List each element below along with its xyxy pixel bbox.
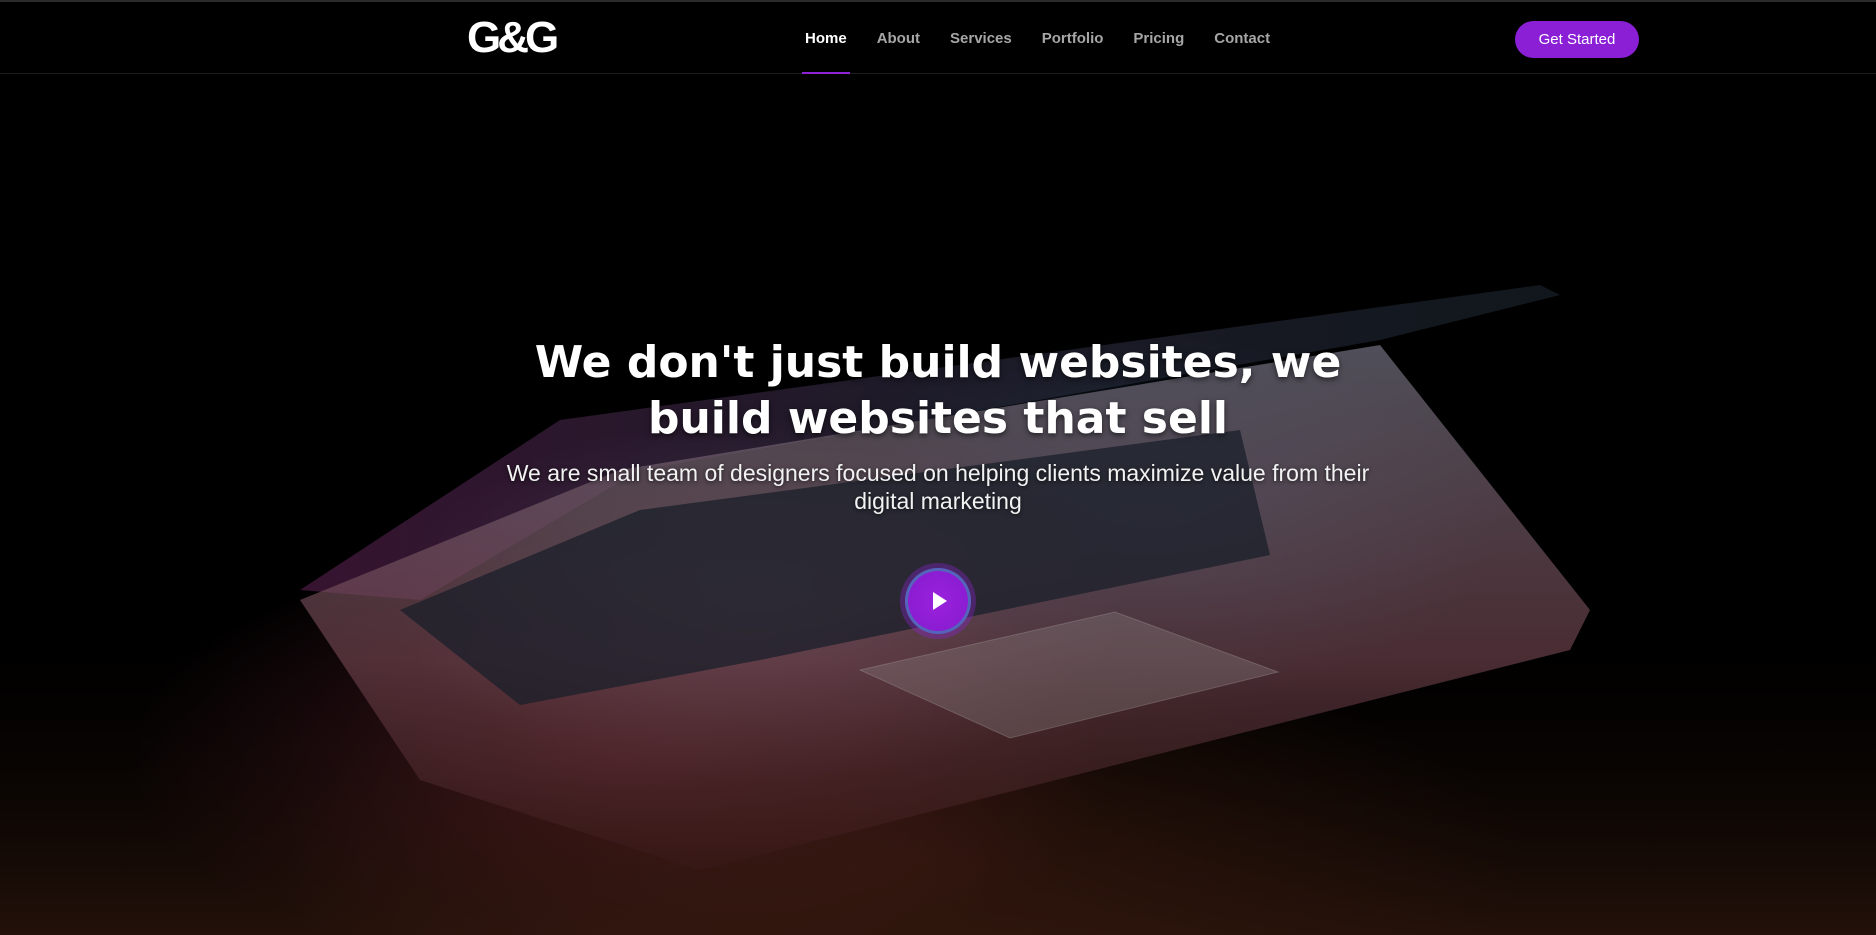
nav-item-portfolio[interactable]: Portfolio — [1027, 2, 1119, 74]
site-header: G&G Home About Services Portfolio Pricin… — [0, 0, 1876, 74]
play-icon — [933, 592, 947, 610]
hero-subtitle: We are small team of designers focused o… — [506, 460, 1370, 514]
nav-item-contact[interactable]: Contact — [1199, 2, 1285, 74]
main-nav: Home About Services Portfolio Pricing Co… — [790, 2, 1285, 74]
page: G&G Home About Services Portfolio Pricin… — [0, 0, 1876, 935]
nav-item-pricing[interactable]: Pricing — [1118, 2, 1199, 74]
nav-item-about[interactable]: About — [862, 2, 935, 74]
get-started-button[interactable]: Get Started — [1515, 21, 1639, 58]
hero-title: We don't just build websites, we build w… — [534, 337, 1342, 444]
nav-item-services[interactable]: Services — [935, 2, 1027, 74]
brand-logo[interactable]: G&G — [467, 16, 559, 60]
play-video-button[interactable] — [900, 563, 976, 639]
play-button-circle — [905, 568, 971, 634]
nav-item-home[interactable]: Home — [790, 2, 862, 74]
